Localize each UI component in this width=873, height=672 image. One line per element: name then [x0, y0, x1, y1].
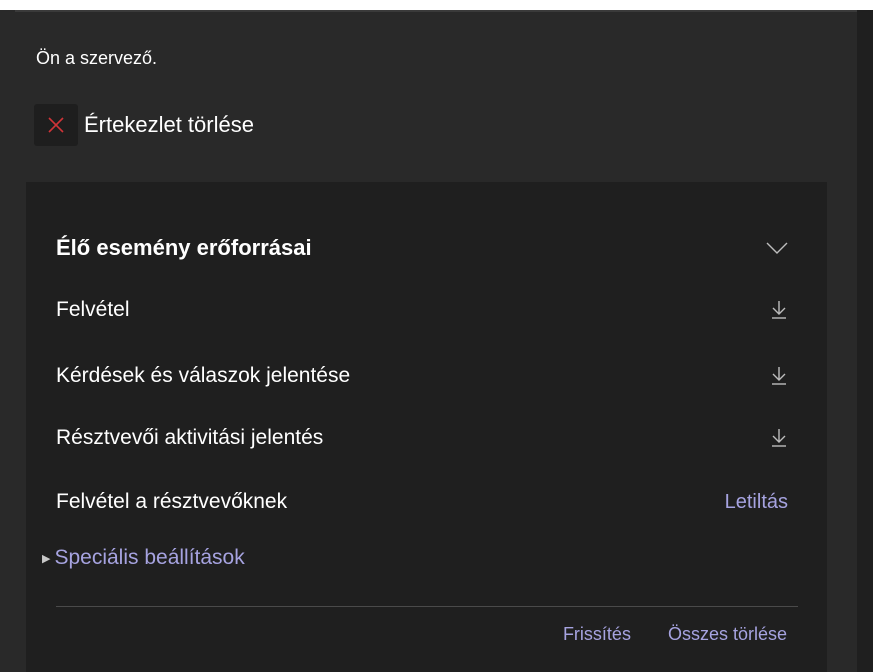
advanced-settings-label: Speciális beállítások: [54, 546, 245, 569]
resource-label: Kérdések és válaszok jelentése: [56, 364, 351, 387]
delete-all-link[interactable]: Összes törlése: [668, 624, 787, 645]
resources-header[interactable]: Élő esemény erőforrásai: [56, 230, 788, 266]
resources-footer: Frissítés Összes törlése: [563, 624, 787, 645]
top-strip: [0, 0, 873, 10]
resource-label: Felvétel a résztvevőknek: [56, 490, 288, 513]
disable-link[interactable]: Letiltás: [725, 491, 788, 514]
resources-title: Élő esemény erőforrásai: [56, 235, 312, 260]
download-icon[interactable]: [770, 428, 788, 448]
resource-item-recording-for-attendees: Felvétel a résztvevőknek Letiltás: [56, 484, 788, 520]
live-event-resources-card: Élő esemény erőforrásai Felvétel Kérdése…: [26, 182, 827, 672]
advanced-settings-toggle[interactable]: ▶ Speciális beállítások: [42, 546, 245, 570]
organizer-note: Ön a szervező.: [36, 48, 158, 68]
chevron-down-icon[interactable]: [766, 241, 788, 255]
divider: [56, 606, 798, 607]
resource-item-attendee-report: Résztvevői aktivitási jelentés: [56, 420, 788, 456]
download-icon[interactable]: [770, 300, 788, 320]
close-icon[interactable]: [34, 104, 78, 146]
right-gutter: [857, 10, 873, 672]
resource-item-qa-report: Kérdések és válaszok jelentése: [56, 358, 788, 394]
caret-right-icon: ▶: [42, 552, 51, 565]
delete-meeting-button[interactable]: Értekezlet törlése: [34, 104, 254, 146]
resource-label: Felvétel: [56, 298, 130, 321]
refresh-link[interactable]: Frissítés: [563, 624, 631, 645]
resource-label: Résztvevői aktivitási jelentés: [56, 426, 324, 449]
download-icon[interactable]: [770, 366, 788, 386]
resource-item-recording: Felvétel: [56, 292, 788, 328]
delete-meeting-label: Értekezlet törlése: [84, 112, 254, 137]
